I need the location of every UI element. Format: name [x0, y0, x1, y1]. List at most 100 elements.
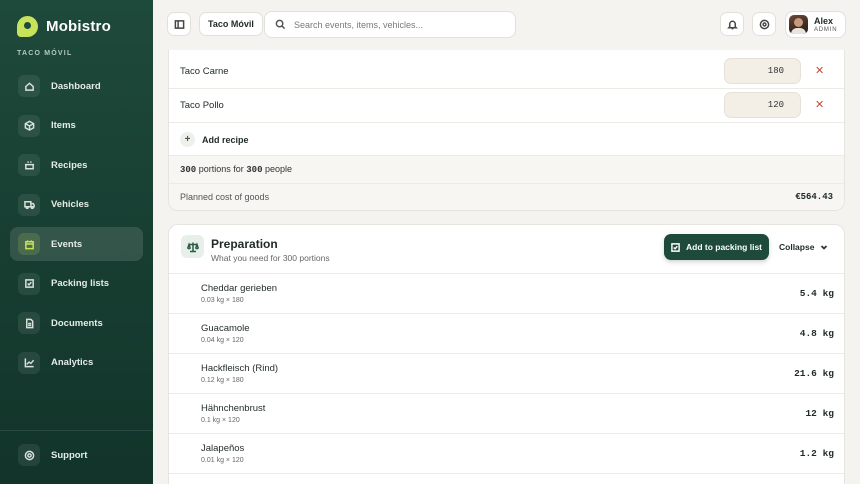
sidebar-item-recipes[interactable]: Recipes [10, 148, 143, 182]
list-item: Jalapeños 0.01 kg × 120 1.2 kg [169, 434, 844, 474]
portions-label: portions for [198, 164, 244, 174]
avatar [789, 15, 808, 34]
sidebar-item-label: Vehicles [51, 199, 90, 210]
item-name: Guacamole [201, 323, 250, 334]
breadcrumb[interactable]: Taco Móvil [199, 12, 263, 36]
item-total: 1.2 kg [799, 448, 834, 459]
sidebar-item-packing-lists[interactable]: Packing lists [10, 267, 143, 301]
add-recipe-button[interactable]: + Add recipe [180, 132, 249, 147]
add-recipe-row: + Add recipe [169, 123, 844, 156]
sidebar-item-documents[interactable]: Documents [10, 306, 143, 340]
document-icon [18, 312, 40, 334]
user-info: Alex ADMIN [814, 16, 837, 34]
remove-recipe-icon[interactable]: ✕ [815, 98, 824, 111]
bell-icon [726, 20, 738, 29]
search-icon [275, 19, 286, 30]
checklist-icon [18, 272, 40, 295]
portions-text: 300 portions for 300 people [180, 164, 292, 175]
recipe-qty-input[interactable]: 120 [724, 92, 801, 118]
add-to-packing-list-button[interactable]: Add to packing list [664, 234, 769, 260]
recipe-name: Taco Pollo [180, 100, 224, 111]
item-name: Hähnchenbrust [201, 403, 266, 414]
add-recipe-label: Add recipe [202, 134, 249, 145]
item-name: Hackfleisch (Rind) [201, 363, 279, 374]
toggle-sidebar-button[interactable] [167, 12, 191, 36]
sidebar-item-label: Documents [51, 317, 103, 329]
mobistro-logo-icon [17, 16, 38, 37]
item-total: 4.8 kg [799, 328, 834, 339]
cost-summary: Planned cost of goods €564.43 [169, 184, 844, 210]
help-button[interactable] [752, 12, 776, 36]
sidebar-item-events[interactable]: Events [10, 227, 143, 261]
portions-summary: 300 portions for 300 people [169, 156, 844, 184]
item-calc: 0.1 kg × 120 [201, 417, 240, 424]
calendar-icon [18, 233, 40, 255]
people-label: people [264, 164, 293, 174]
sidebar-nav: Dashboard Items Recipes Vehicles Events [10, 69, 143, 385]
item-total: 12 kg [805, 408, 834, 419]
cost-value: €564.43 [795, 192, 833, 202]
checklist-icon [671, 242, 680, 252]
box-icon [18, 114, 40, 137]
search-input[interactable] [294, 19, 504, 30]
user-role: ADMIN [814, 26, 838, 33]
recipe-row: Taco Carne 180 ✕ [169, 54, 844, 89]
item-total: 5.4 kg [799, 288, 834, 299]
user-menu[interactable]: Alex ADMIN [785, 11, 846, 38]
truck-icon [18, 193, 40, 216]
tenant-label: TACO MÓVIL [17, 50, 73, 57]
preparation-card: Preparation What you need for 300 portio… [168, 224, 845, 484]
portions-count: 300 [180, 165, 197, 175]
recipe-name: Taco Carne [180, 66, 229, 77]
chevron-down-icon [821, 245, 828, 250]
brand[interactable]: Mobistro [17, 16, 111, 37]
people-count: 300 [246, 165, 263, 175]
recipe-row: Taco Pollo 120 ✕ [169, 89, 844, 123]
sidebar-item-label: Packing lists [51, 278, 110, 289]
sidebar-item-items[interactable]: Items [10, 109, 143, 143]
list-item: Hackfleisch (Rind) 0.12 kg × 180 21.6 kg [169, 354, 844, 394]
sidebar-item-analytics[interactable]: Analytics [10, 346, 143, 380]
item-name: Cheddar gerieben [201, 283, 278, 294]
sidebar-item-label: Events [51, 238, 83, 250]
item-calc: 0.03 kg × 180 [201, 297, 244, 304]
recipes-card: Taco Carne 180 ✕ Taco Pollo 120 ✕ + Add … [168, 50, 845, 211]
chart-icon [18, 351, 40, 374]
sidebar-item-label: Items [51, 120, 76, 131]
item-calc: 0.12 kg × 180 [201, 377, 244, 384]
sidebar: Mobistro TACO MÓVIL Dashboard Items Reci… [0, 0, 153, 484]
recipe-qty-input[interactable]: 180 [724, 58, 801, 84]
sidebar-divider [0, 430, 153, 431]
sidebar-item-label: Support [51, 449, 88, 461]
sidebar-item-label: Analytics [51, 357, 94, 368]
preparation-subtitle: What you need for 300 portions [211, 253, 330, 263]
help-circle-icon [759, 19, 769, 29]
preparation-list: Cheddar gerieben 0.03 kg × 180 5.4 kg Gu… [169, 273, 844, 474]
cost-label: Planned cost of goods [180, 192, 270, 202]
item-calc: 0.01 kg × 120 [201, 457, 244, 464]
brand-name: Mobistro [46, 18, 111, 35]
dashboard-icon [18, 75, 40, 97]
plus-icon: + [180, 132, 195, 147]
user-name: Alex [814, 15, 834, 26]
help-circle-icon [18, 444, 40, 466]
scale-icon [181, 235, 204, 258]
collapse-label: Collapse [779, 242, 815, 252]
pot-icon [18, 154, 40, 176]
search-bar[interactable] [264, 11, 516, 38]
sidebar-item-dashboard[interactable]: Dashboard [10, 69, 143, 103]
sidebar-toggle-icon [174, 19, 184, 29]
item-calc: 0.04 kg × 120 [201, 337, 244, 344]
add-to-packing-list-label: Add to packing list [685, 242, 763, 252]
collapse-button[interactable]: Collapse [779, 242, 828, 252]
sidebar-support: Support [10, 438, 143, 478]
notifications-button[interactable] [720, 12, 744, 36]
sidebar-item-label: Dashboard [51, 80, 101, 92]
sidebar-item-vehicles[interactable]: Vehicles [10, 188, 143, 222]
remove-recipe-icon[interactable]: ✕ [815, 64, 824, 77]
topbar: Taco Móvil Alex ADMIN [153, 0, 860, 48]
item-name: Jalapeños [201, 443, 245, 454]
list-item: Guacamole 0.04 kg × 120 4.8 kg [169, 314, 844, 354]
list-item: Hähnchenbrust 0.1 kg × 120 12 kg [169, 394, 844, 434]
sidebar-item-support[interactable]: Support [10, 438, 143, 472]
